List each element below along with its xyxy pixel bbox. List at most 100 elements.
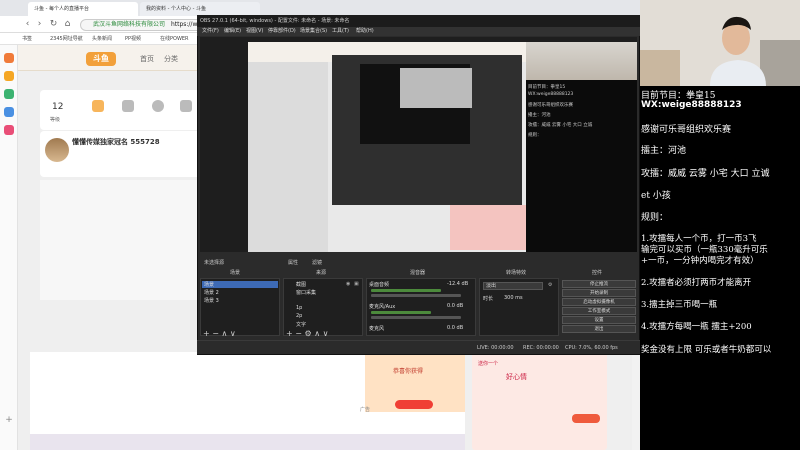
overlay-host: 擂主：河池 [641, 146, 687, 156]
gift-claim-button[interactable] [395, 400, 433, 409]
preview-line: WX:weige88888123 [528, 92, 574, 97]
mixer-channel-name: 麦克风 [369, 326, 385, 332]
eye-icon[interactable]: ◉ [346, 281, 350, 287]
properties-button[interactable]: 属性 [288, 259, 298, 266]
volume-slider[interactable] [371, 294, 461, 297]
menu-edit[interactable]: 编辑(E) [224, 27, 241, 36]
bookmark-item[interactable]: 书签 [22, 34, 32, 44]
source-item[interactable]: 1p [296, 305, 302, 311]
menu-file[interactable]: 文件(F) [202, 27, 219, 36]
filters-button[interactable]: 滤镜 [312, 259, 322, 266]
nav-link-home[interactable]: 首页 [140, 54, 154, 64]
sidebar-app-icon[interactable] [4, 71, 14, 81]
level-label: 等级 [50, 117, 61, 123]
source-item[interactable]: 2p [296, 313, 302, 319]
bookmark-item[interactable]: 头条新闻 [92, 34, 112, 44]
promo-text: 送你一个 [478, 361, 499, 367]
settings-button[interactable]: 设置 [562, 316, 636, 324]
sidebar-app-icon[interactable] [4, 89, 14, 99]
scene-add-icon[interactable]: + − ∧ ∨ [203, 330, 236, 338]
source-item[interactable]: 文字 [296, 321, 306, 328]
home-icon[interactable]: ⌂ [62, 19, 73, 30]
studio-mode-button[interactable]: 工作室模式 [562, 307, 636, 315]
source-add-icon[interactable]: + − ⚙ ∧ ∨ [286, 330, 328, 338]
controls-dock-title: 控件 [592, 270, 603, 276]
level-value: 12 [52, 102, 64, 112]
transition-select[interactable]: 淡出 [483, 282, 543, 290]
menu-help[interactable]: 帮助(H) [356, 27, 374, 36]
streamer-title: 懂懂传媒独家冠名 555728 [72, 138, 160, 146]
task-icon[interactable] [180, 100, 192, 112]
source-item[interactable]: 截图 [296, 281, 306, 288]
secure-site-label: 武汉斗鱼网络科技有限公司 [93, 21, 166, 28]
stop-streaming-button[interactable]: 停止推流 [562, 280, 636, 288]
overlay-challengers-cont: et 小孩 [641, 191, 671, 201]
preview-webcam [526, 42, 637, 80]
scene-item[interactable]: 场景 2 [202, 289, 278, 296]
browser-sidebar: + [0, 45, 18, 450]
nav-link-category[interactable]: 分类 [164, 54, 178, 64]
overlay-wechat: WX:weige88888123 [641, 100, 742, 110]
sidebar-app-icon[interactable] [4, 125, 14, 135]
sidebar-app-icon[interactable] [4, 53, 14, 63]
promo-button[interactable] [572, 414, 600, 423]
sidebar-app-icon[interactable] [4, 107, 14, 117]
douyu-logo[interactable]: 斗鱼 [86, 52, 116, 66]
tab-strip: 斗鱼 - 每个人的直播平台 我的资料 - 个人中心 - 斗鱼 [0, 0, 640, 16]
overlay-thanks: 感谢可乐哥组织欢乐赛 [641, 125, 732, 135]
preview-line: 播主：河池 [528, 113, 551, 118]
scene-item[interactable]: 场景 3 [202, 297, 278, 304]
ad-label: 广告 [360, 407, 371, 413]
mixer-channel-db: 0.0 dB [447, 325, 464, 331]
menu-scene-collection[interactable]: 场景集合(S) [300, 27, 327, 36]
reload-icon[interactable]: ↻ [48, 19, 59, 30]
menu-docks[interactable]: 停靠部件(D) [268, 27, 296, 36]
content-section [40, 180, 202, 300]
transitions-dock-title: 转场特效 [506, 270, 527, 276]
obs-window-title: OBS 27.0.1 (64-bit, windows) - 配置文件: 未命名… [200, 18, 350, 24]
start-recording-button[interactable]: 开始录制 [562, 289, 636, 297]
mixer-dock-title: 混音器 [410, 270, 426, 276]
gear-icon[interactable]: ⚙ [548, 282, 552, 288]
tab-profile[interactable]: 我的资料 - 个人中心 - 斗鱼 [140, 2, 260, 16]
virtual-camera-button[interactable]: 启动虚拟摄像机 [562, 298, 636, 306]
user-level-card: 12 等级 [40, 90, 200, 130]
source-item[interactable]: 窗口采集 [296, 289, 316, 296]
overlay-rule-1c: +一币，一分钟内喝完才有效） [641, 256, 759, 266]
lock-icon[interactable]: ▣ [354, 281, 359, 287]
webcam-feed [640, 0, 800, 86]
audio-meter [371, 289, 441, 292]
cpu-fps: CPU: 7.0%, 60.00 fps [565, 345, 618, 351]
back-icon[interactable]: ‹ [22, 19, 33, 30]
mixer-channel-db: 0.0 dB [447, 303, 464, 309]
menu-tools[interactable]: 工具(T) [332, 27, 349, 36]
volume-slider[interactable] [371, 316, 461, 319]
add-icon[interactable]: + [4, 415, 14, 425]
sources-dock-title: 来源 [316, 270, 327, 276]
preview-nested-capture [400, 68, 472, 108]
audio-meter [371, 311, 431, 314]
forward-icon[interactable]: › [34, 19, 45, 30]
overlay-rule-2: 2.攻擂者必须打两币才能离开 [641, 278, 752, 288]
exit-button[interactable]: 退出 [562, 325, 636, 333]
preview-line: 目前节目：拳皇15 [528, 85, 566, 90]
streamer-avatar[interactable] [45, 138, 69, 162]
mixer-dock: 桌面音频 -12.4 dB 麦克风/Aux 0.0 dB 麦克风 0.0 dB [366, 278, 476, 336]
rec-time: REC: 00:00:00 [523, 345, 559, 351]
bookmark-item[interactable]: PP视频 [125, 34, 141, 44]
bookmark-item[interactable]: 2345网址导航 [50, 34, 83, 44]
no-source-label: 未选择源 [204, 260, 225, 266]
gift-icon[interactable] [92, 100, 104, 112]
menu-view[interactable]: 视图(V) [246, 27, 263, 36]
duration-value[interactable]: 300 ms [504, 295, 523, 301]
stream-info-overlay [640, 86, 800, 450]
tab-douyu-home[interactable]: 斗鱼 - 每个人的直播平台 [28, 2, 138, 16]
badge-icon[interactable] [122, 100, 134, 112]
preview-promo-area [450, 205, 526, 250]
bookmark-item[interactable]: 在线POWER [160, 34, 189, 44]
scenes-dock: 场景 场景 2 场景 3 [200, 278, 280, 336]
scene-item[interactable]: 场景 [202, 281, 278, 288]
clock-icon[interactable] [152, 100, 164, 112]
mixer-channel-name: 桌面音频 [369, 282, 390, 288]
preview-line: 感谢可乐哥组织欢乐赛 [528, 103, 573, 108]
